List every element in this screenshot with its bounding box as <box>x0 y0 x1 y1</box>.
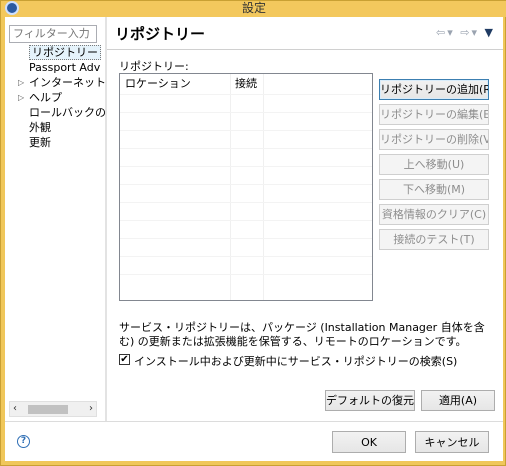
dialog-client-area: リポジトリー Passport Adv ▷ インターネット ▷ ヘルプ ロールバ… <box>5 17 503 461</box>
header-divider <box>120 94 372 95</box>
tree-item-label: インターネット <box>29 76 105 89</box>
move-down-button[interactable]: 下へ移動(M) <box>379 179 489 200</box>
cancel-button[interactable]: キャンセル <box>415 431 489 453</box>
preference-page: リポジトリー ⇦▾ ⇨▾ ▼ リポジトリー: ロケーション 接続 リポジトリーの… <box>107 17 503 421</box>
row-divider <box>120 256 372 257</box>
tree-item-help[interactable]: ▷ ヘルプ <box>5 90 105 105</box>
delete-repository-button[interactable]: リポジトリーの削除(V) <box>379 129 489 150</box>
tree-item-updates[interactable]: 更新 <box>5 135 105 150</box>
row-divider <box>120 166 372 167</box>
tree-item-label: 更新 <box>29 136 51 149</box>
column-header-location[interactable]: ロケーション <box>125 76 191 91</box>
row-divider <box>120 202 372 203</box>
row-divider <box>120 130 372 131</box>
ok-button[interactable]: OK <box>332 431 406 453</box>
forward-arrow-icon[interactable]: ⇨▾ <box>460 26 479 39</box>
tree-item-appearance[interactable]: 外観 <box>5 120 105 135</box>
clear-credentials-button[interactable]: 資格情報のクリア(C) <box>379 204 489 225</box>
repositories-label: リポジトリー: <box>119 60 189 73</box>
row-divider <box>120 112 372 113</box>
back-arrow-icon[interactable]: ⇦▾ <box>436 26 455 39</box>
tree-item-repositories[interactable]: リポジトリー <box>5 45 105 60</box>
row-divider <box>120 184 372 185</box>
edit-repository-button[interactable]: リポジトリーの編集(E)... <box>379 104 489 125</box>
repository-table[interactable]: ロケーション 接続 <box>119 73 373 301</box>
search-service-repos-checkbox[interactable]: ✔ <box>119 354 130 365</box>
page-navigation: ⇦▾ ⇨▾ ▼ <box>436 26 495 39</box>
row-divider <box>120 148 372 149</box>
scroll-left-icon[interactable]: ‹ <box>13 403 17 414</box>
expand-arrow-icon[interactable]: ▷ <box>18 90 24 105</box>
preference-tree: リポジトリー Passport Adv ▷ インターネット ▷ ヘルプ ロールバ… <box>5 45 105 150</box>
row-divider <box>120 274 372 275</box>
tree-item-label: Passport Adv <box>29 61 101 74</box>
tree-item-internet[interactable]: ▷ インターネット <box>5 75 105 90</box>
preferences-window: 設定 リポジトリー Passport Adv ▷ インターネット ▷ ヘルプ <box>0 0 506 466</box>
view-menu-icon[interactable]: ▼ <box>485 26 495 39</box>
column-header-connection[interactable]: 接続 <box>235 76 257 91</box>
expand-arrow-icon[interactable]: ▷ <box>18 75 24 90</box>
scroll-thumb[interactable] <box>28 405 68 414</box>
column-divider <box>230 74 231 300</box>
row-divider <box>120 220 372 221</box>
page-title: リポジトリー <box>115 25 206 43</box>
help-icon[interactable]: ? <box>17 435 30 448</box>
dialog-button-bar: ? OK キャンセル <box>5 421 503 461</box>
description-text: サービス・リポジトリーは、パッケージ (Installation Manager… <box>119 321 485 348</box>
tree-item-rollback[interactable]: ロールバックのフ <box>5 105 105 120</box>
preference-nav: リポジトリー Passport Adv ▷ インターネット ▷ ヘルプ ロールバ… <box>5 17 105 417</box>
restore-defaults-button[interactable]: デフォルトの復元(D) <box>325 390 415 411</box>
row-divider <box>120 238 372 239</box>
tree-item-label: リポジトリー <box>29 45 101 60</box>
tree-item-passport-adv[interactable]: Passport Adv <box>5 60 105 75</box>
window-title: 設定 <box>241 1 266 15</box>
tree-item-label: ヘルプ <box>29 91 62 104</box>
move-up-button[interactable]: 上へ移動(U) <box>379 154 489 175</box>
page-header: リポジトリー ⇦▾ ⇨▾ ▼ <box>107 17 503 50</box>
filter-input[interactable] <box>9 25 97 43</box>
horizontal-scrollbar[interactable]: ‹ › <box>9 401 97 417</box>
tree-item-label: ロールバックのフ <box>29 106 105 119</box>
scroll-right-icon[interactable]: › <box>89 403 93 414</box>
add-repository-button[interactable]: リポジトリーの追加(R)... <box>379 79 489 100</box>
test-connection-button[interactable]: 接続のテスト(T) <box>379 229 489 250</box>
apply-button[interactable]: 適用(A) <box>421 390 495 411</box>
tree-item-label: 外観 <box>29 121 51 134</box>
title-bar: 設定 <box>1 1 506 17</box>
column-divider <box>263 74 264 300</box>
search-service-repos-label[interactable]: インストール中および更新中にサービス・リポジトリーの検索(S) <box>134 353 457 369</box>
